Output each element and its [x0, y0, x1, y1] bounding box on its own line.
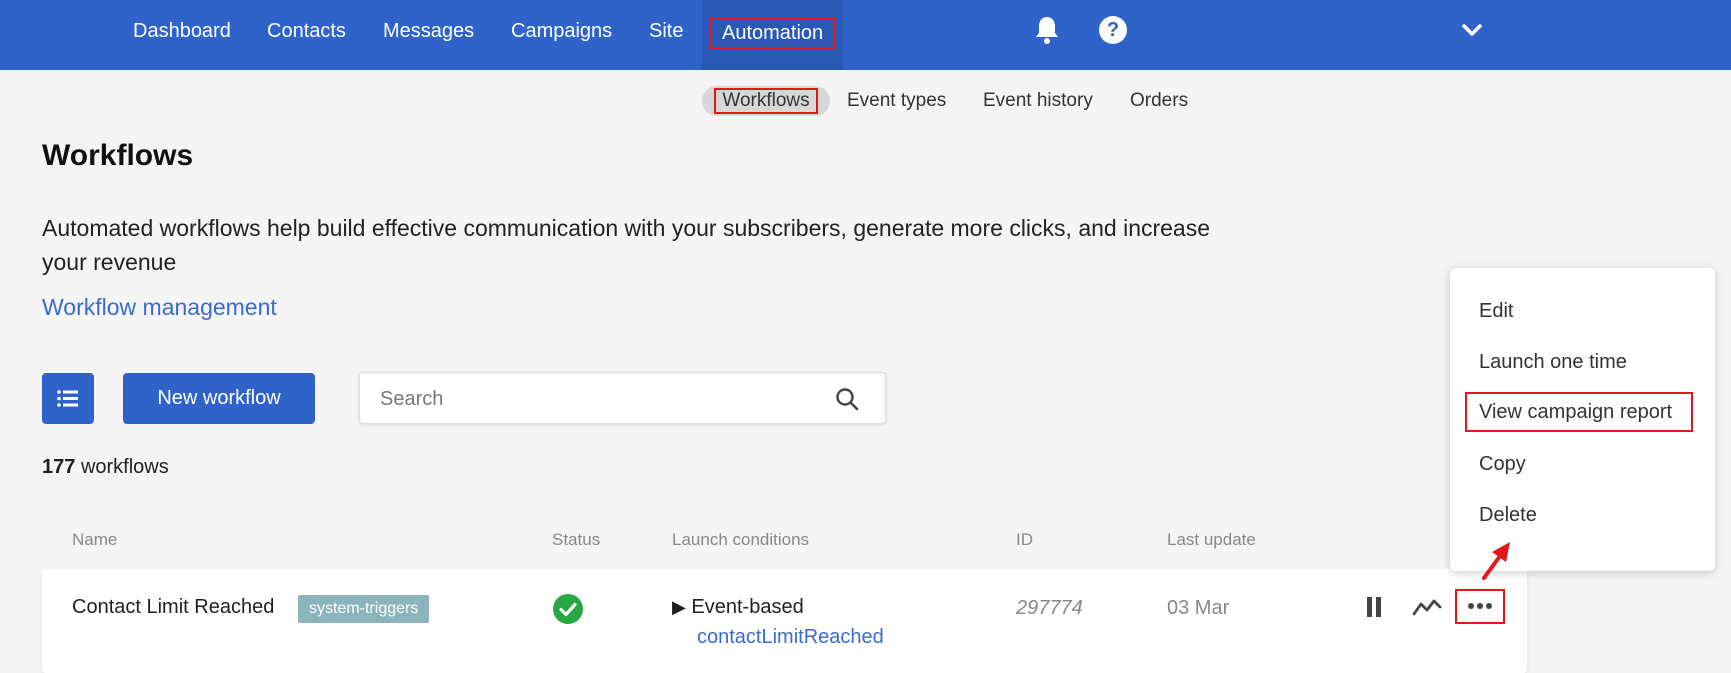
- workflow-name[interactable]: Contact Limit Reached: [72, 596, 274, 619]
- nav-automation[interactable]: Automation: [702, 0, 844, 70]
- subtab-orders[interactable]: Orders: [1130, 86, 1188, 116]
- chevron-down-icon[interactable]: [1460, 20, 1484, 40]
- page-description: Automated workflows help build effective…: [42, 215, 1211, 275]
- menu-item-delete[interactable]: Delete: [1479, 504, 1537, 527]
- nav-automation-label: Automation: [710, 17, 836, 49]
- help-icon[interactable]: ?: [1099, 16, 1127, 44]
- col-header-last-update[interactable]: Last update: [1167, 530, 1256, 550]
- more-actions-button[interactable]: [1455, 589, 1505, 624]
- col-header-launch-conditions[interactable]: Launch conditions: [672, 530, 809, 550]
- subtab-event-types[interactable]: Event types: [847, 86, 946, 116]
- subtab-workflows-label: Workflows: [714, 88, 818, 114]
- col-header-status[interactable]: Status: [552, 530, 600, 550]
- more-dots-icon: [1468, 603, 1492, 609]
- list-view-button[interactable]: [42, 373, 94, 424]
- menu-item-copy[interactable]: Copy: [1479, 453, 1526, 476]
- nav-contacts[interactable]: Contacts: [267, 0, 346, 70]
- page-title: Workflows: [42, 139, 194, 172]
- subtab-event-history[interactable]: Event history: [983, 86, 1093, 116]
- bell-icon[interactable]: [1033, 15, 1061, 45]
- nav-site[interactable]: Site: [649, 0, 683, 70]
- nav-campaigns[interactable]: Campaigns: [511, 0, 612, 70]
- menu-item-launch-one-time[interactable]: Launch one time: [1479, 351, 1627, 374]
- new-workflow-button[interactable]: New workflow: [123, 373, 315, 424]
- workflow-count: 177 workflows: [42, 456, 169, 479]
- red-arrow-icon: [1482, 542, 1510, 580]
- menu-item-view-campaign-report[interactable]: View campaign report: [1465, 392, 1693, 432]
- user-account-area[interactable]: [1228, 10, 1458, 52]
- search-box: [359, 372, 886, 424]
- workflow-id: 297774: [1016, 597, 1083, 619]
- col-header-name[interactable]: Name: [72, 530, 117, 550]
- workflow-management-link[interactable]: Workflow management: [42, 294, 277, 321]
- workflow-tag[interactable]: system-triggers: [298, 595, 430, 623]
- nav-messages[interactable]: Messages: [383, 0, 474, 70]
- search-input[interactable]: [380, 385, 820, 413]
- play-icon: ▶: [672, 597, 686, 617]
- pause-icon[interactable]: [1366, 596, 1382, 618]
- workflow-count-label: workflows: [80, 456, 169, 478]
- launch-condition: ▶ Event-based: [672, 596, 804, 619]
- check-circle-icon: [553, 594, 583, 624]
- col-header-id[interactable]: ID: [1016, 530, 1033, 550]
- subtab-workflows[interactable]: Workflows: [702, 86, 830, 116]
- stats-icon[interactable]: [1412, 596, 1442, 618]
- workflow-count-number: 177: [42, 456, 76, 478]
- menu-item-edit[interactable]: Edit: [1479, 300, 1513, 323]
- search-icon[interactable]: [834, 386, 860, 412]
- nav-dashboard[interactable]: Dashboard: [133, 0, 231, 70]
- last-update: 03 Mar: [1167, 597, 1230, 619]
- launch-event-link[interactable]: contactLimitReached: [697, 626, 884, 649]
- table-row[interactable]: [42, 569, 1527, 673]
- launch-type: Event-based: [691, 596, 804, 618]
- list-icon: [57, 390, 78, 407]
